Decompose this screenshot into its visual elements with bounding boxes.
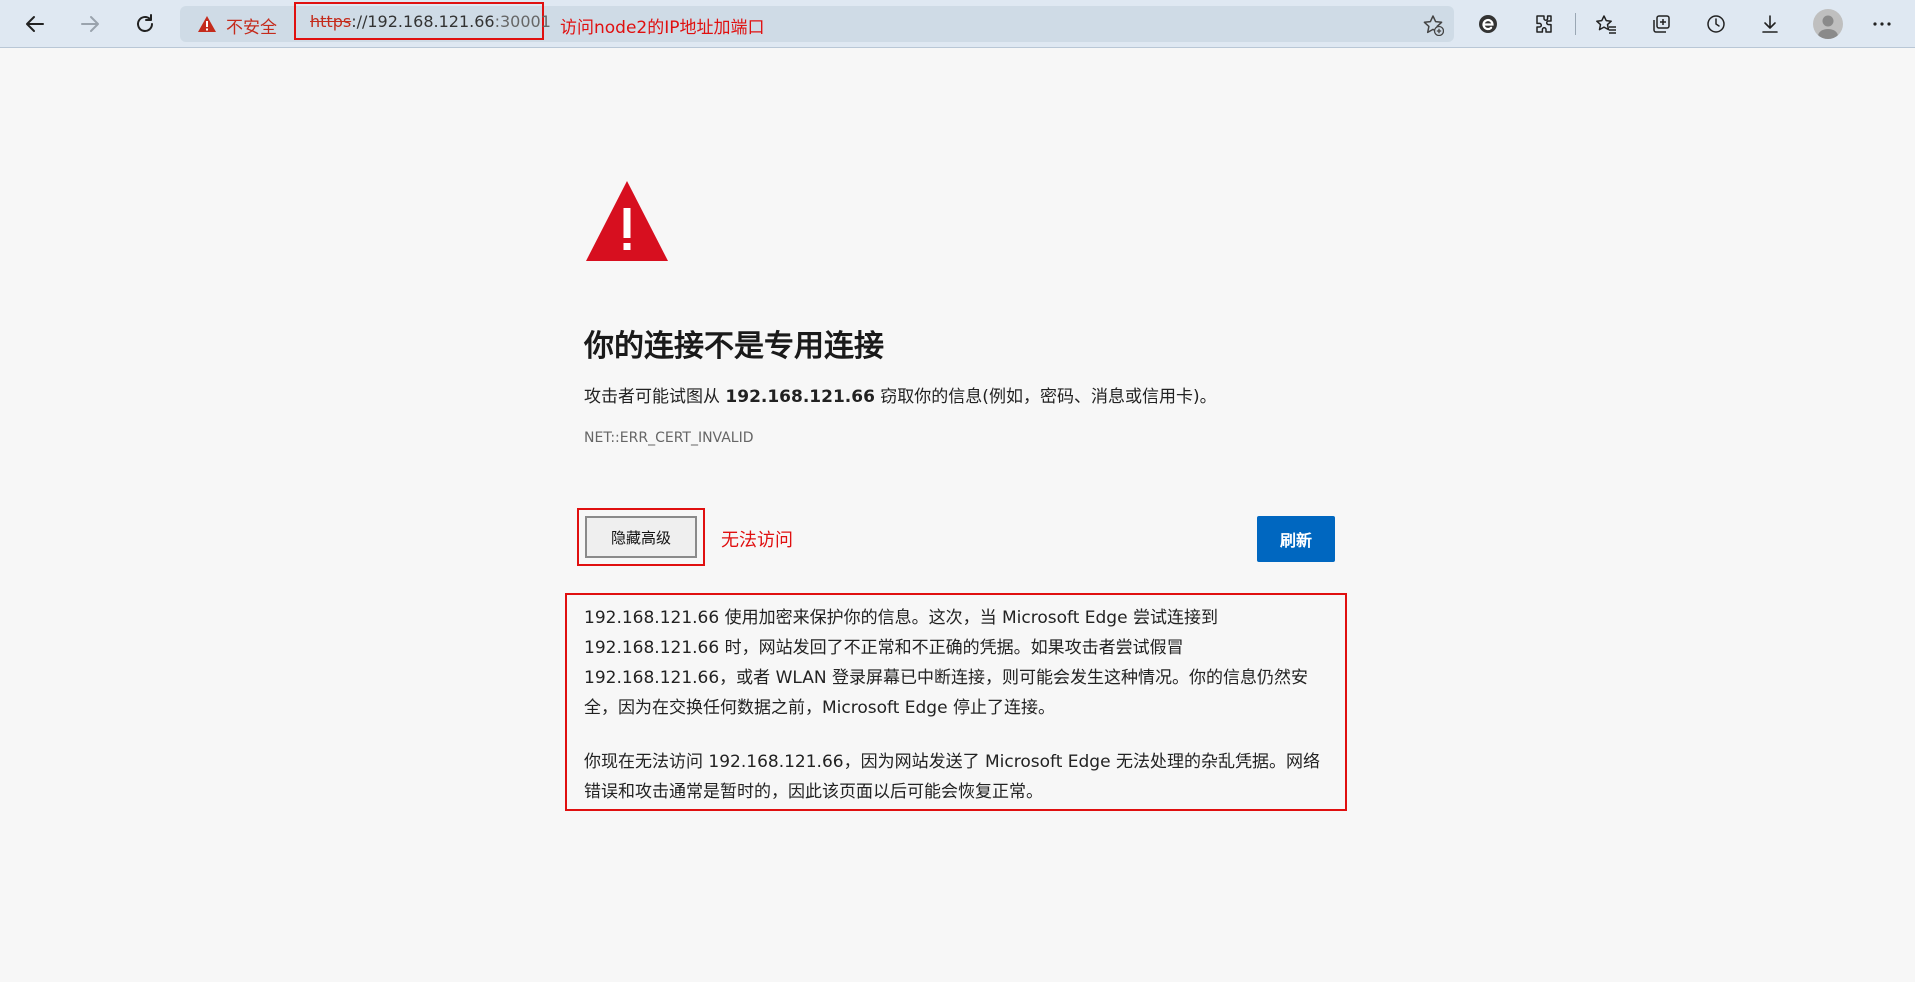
history-icon[interactable] xyxy=(1700,8,1732,40)
details-highlight-box: 192.168.121.66 使用加密来保护你的信息。这次，当 Microsof… xyxy=(565,593,1347,811)
download-icon[interactable] xyxy=(1754,8,1786,40)
desc-host: 192.168.121.66 xyxy=(725,387,875,407)
forward-icon[interactable] xyxy=(74,8,106,40)
url-annotation: 访问node2的IP地址加端口 xyxy=(560,18,765,38)
toolbar-divider xyxy=(1575,13,1576,35)
url-host: ://192.168.121.66 xyxy=(351,12,495,31)
warning-icon[interactable] xyxy=(197,15,217,37)
details-paragraph-1: 192.168.121.66 使用加密来保护你的信息。这次，当 Microsof… xyxy=(584,608,1309,718)
favorite-add-icon[interactable] xyxy=(1422,14,1445,40)
collections-icon[interactable] xyxy=(1645,8,1677,40)
warning-icon xyxy=(584,178,670,268)
address-bar[interactable]: 不安全 https://192.168.121.66:30001 访问node2… xyxy=(180,2,1454,42)
url-port: :30001 xyxy=(494,12,551,31)
advanced-annotation: 无法访问 xyxy=(721,530,793,551)
advanced-highlight-box: 隐藏高级 xyxy=(577,508,705,566)
extensions-icon[interactable] xyxy=(1528,8,1560,40)
url-text[interactable]: https://192.168.121.66:30001 xyxy=(310,12,551,31)
desc-suffix: 窃取你的信息(例如，密码、消息或信用卡)。 xyxy=(874,387,1217,407)
url-scheme: https xyxy=(310,12,352,31)
desc-prefix: 攻击者可能试图从 xyxy=(584,387,726,407)
details-paragraph-2: 你现在无法访问 192.168.121.66，因为网站发送了 Microsoft… xyxy=(584,752,1320,802)
error-code[interactable]: NET::ERR_CERT_INVALID xyxy=(584,430,754,446)
error-description: 攻击者可能试图从 192.168.121.66 窃取你的信息(例如，密码、消息或… xyxy=(584,382,1217,407)
refresh-button[interactable]: 刷新 xyxy=(1257,516,1335,562)
url-highlight-box: https://192.168.121.66:30001 xyxy=(294,2,551,40)
favorites-icon[interactable] xyxy=(1590,8,1622,40)
not-secure-label[interactable]: 不安全 xyxy=(226,13,277,38)
profile-avatar[interactable] xyxy=(1813,9,1843,39)
more-icon[interactable] xyxy=(1866,8,1898,40)
back-icon[interactable] xyxy=(19,8,51,40)
page-title: 你的连接不是专用连接 xyxy=(584,329,884,364)
hide-advanced-button[interactable]: 隐藏高级 xyxy=(585,516,697,558)
edge-icon[interactable] xyxy=(1472,8,1504,40)
refresh-icon[interactable] xyxy=(129,8,161,40)
browser-toolbar: 不安全 https://192.168.121.66:30001 访问node2… xyxy=(0,0,1915,48)
